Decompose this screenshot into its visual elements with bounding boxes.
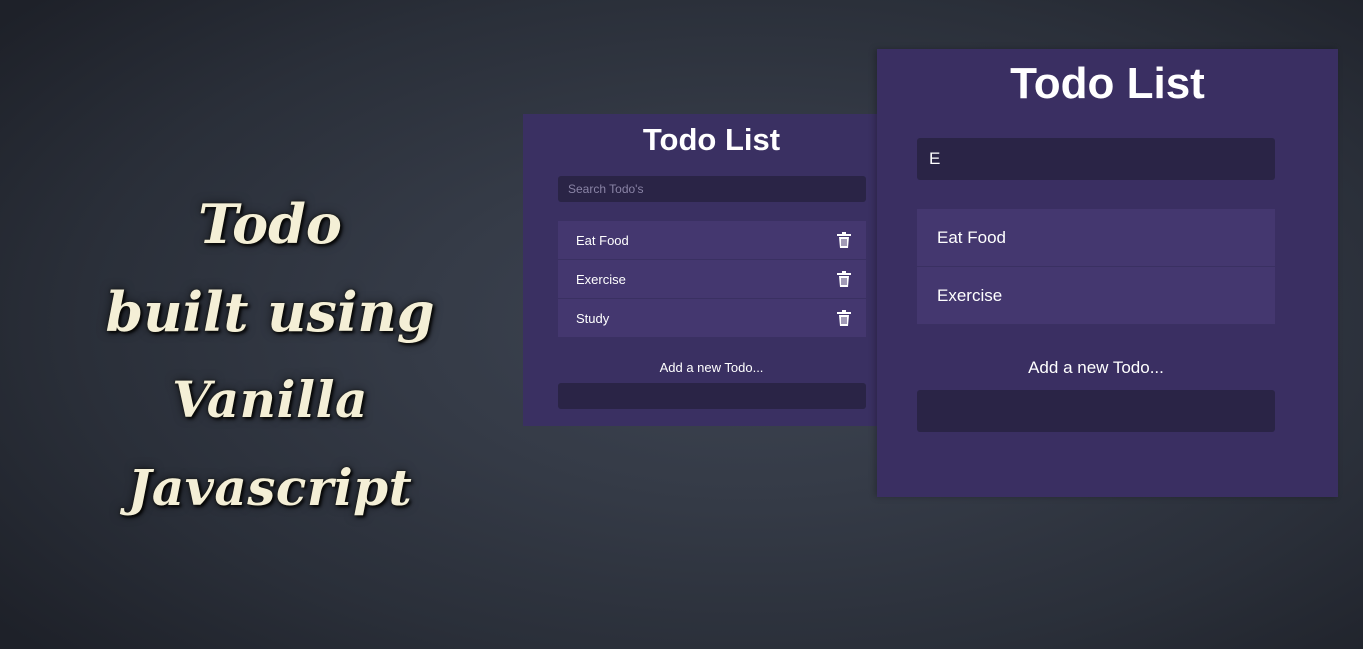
- banner-line-1: Todo: [198, 192, 342, 256]
- add-todo-label: Add a new Todo...: [1028, 358, 1164, 377]
- todo-list: Eat Food Exercise: [917, 209, 1275, 325]
- trash-icon[interactable]: [837, 271, 851, 287]
- banner-line-3: Vanilla Javascript: [127, 370, 413, 517]
- todo-label: Eat Food: [576, 232, 629, 248]
- list-item[interactable]: Eat Food: [558, 221, 866, 260]
- trash-icon[interactable]: [837, 232, 851, 248]
- todo-app-small: Todo List Eat Food Exercise: [523, 114, 889, 426]
- list-item[interactable]: Exercise: [917, 267, 1275, 325]
- todo-label: Exercise: [576, 271, 626, 287]
- list-item[interactable]: Exercise: [558, 260, 866, 299]
- add-todo-input[interactable]: [917, 390, 1275, 432]
- todo-label: Exercise: [937, 285, 1003, 305]
- search-input[interactable]: [917, 138, 1275, 180]
- todo-label: Study: [576, 310, 610, 326]
- add-todo-label: Add a new Todo...: [659, 360, 764, 375]
- hero-banner: Todo built using Vanilla Javascript: [40, 180, 500, 532]
- page-title: Todo List: [642, 122, 781, 157]
- search-input[interactable]: [558, 176, 866, 202]
- todo-app-large: Todo List Eat Food Exercise Add a new To…: [877, 49, 1338, 497]
- trash-icon[interactable]: [837, 310, 851, 326]
- banner-line-2: built using: [105, 280, 435, 344]
- page-title: Todo List: [1010, 59, 1205, 108]
- list-item[interactable]: Eat Food: [917, 209, 1275, 267]
- todo-label: Eat Food: [937, 227, 1006, 247]
- todo-list: Eat Food Exercise Study: [558, 221, 866, 338]
- add-todo-input[interactable]: [558, 383, 866, 409]
- list-item[interactable]: Study: [558, 299, 866, 338]
